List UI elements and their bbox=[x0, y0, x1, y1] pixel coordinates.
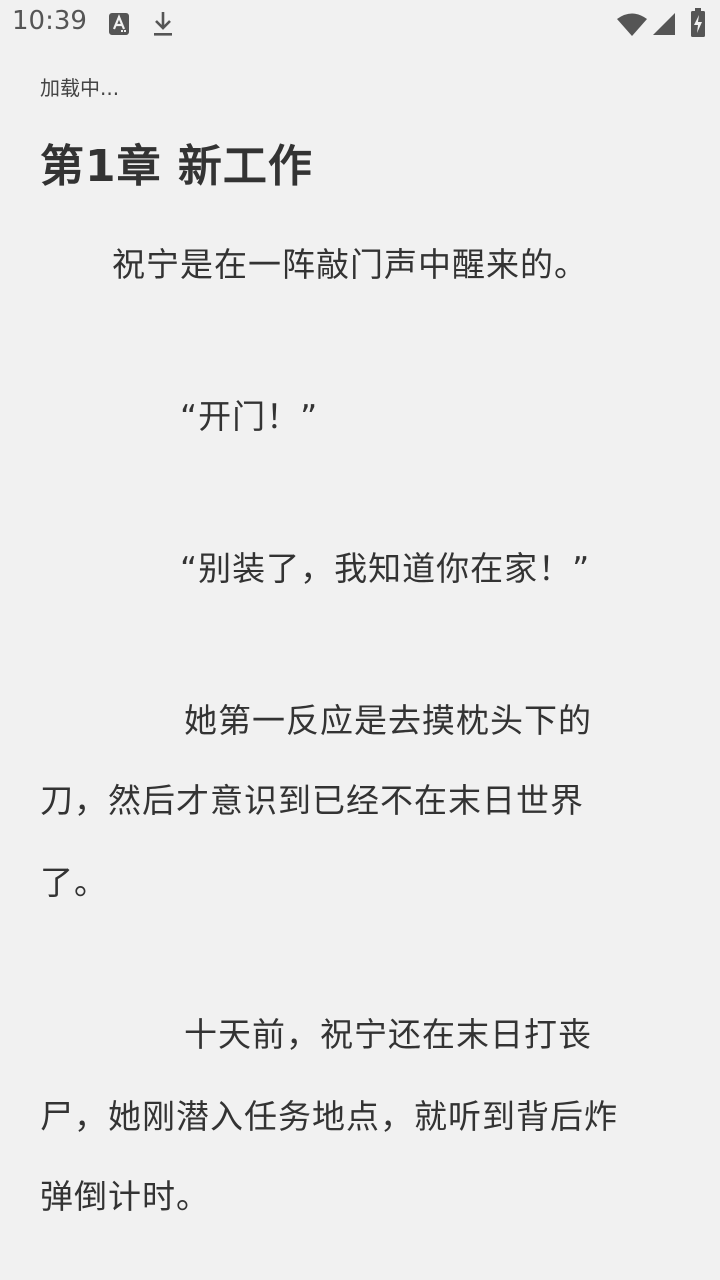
paragraph-line: 弹倒计时。 bbox=[40, 1177, 210, 1216]
paragraph-line: “开门！” bbox=[180, 397, 319, 436]
download-icon bbox=[152, 10, 174, 42]
cell-signal-icon bbox=[652, 12, 676, 40]
battery-charging-icon bbox=[690, 8, 706, 42]
paragraph-line: “别装了，我知道你在家！” bbox=[180, 549, 591, 588]
paragraph-line: 她第一反应是去摸枕头下的 bbox=[184, 701, 592, 740]
status-time: 10:39 bbox=[12, 6, 87, 36]
paragraph-line: 了。 bbox=[40, 863, 108, 902]
paragraph-line: 祝宁是在一阵敲门声中醒来的。 bbox=[112, 245, 588, 284]
loading-label: 加载中... bbox=[40, 76, 120, 100]
status-bar: 10:39 bbox=[0, 0, 720, 48]
chapter-title: 第1章 新工作 bbox=[40, 141, 313, 192]
paragraph-line: 十天前，祝宁还在末日打丧 bbox=[184, 1015, 592, 1054]
paragraph-line: 刀，然后才意识到已经不在末日世界 bbox=[40, 781, 584, 820]
font-notification-icon bbox=[108, 12, 130, 40]
paragraph-line: 尸，她刚潜入任务地点，就听到背后炸 bbox=[40, 1097, 618, 1136]
wifi-icon bbox=[616, 12, 648, 42]
